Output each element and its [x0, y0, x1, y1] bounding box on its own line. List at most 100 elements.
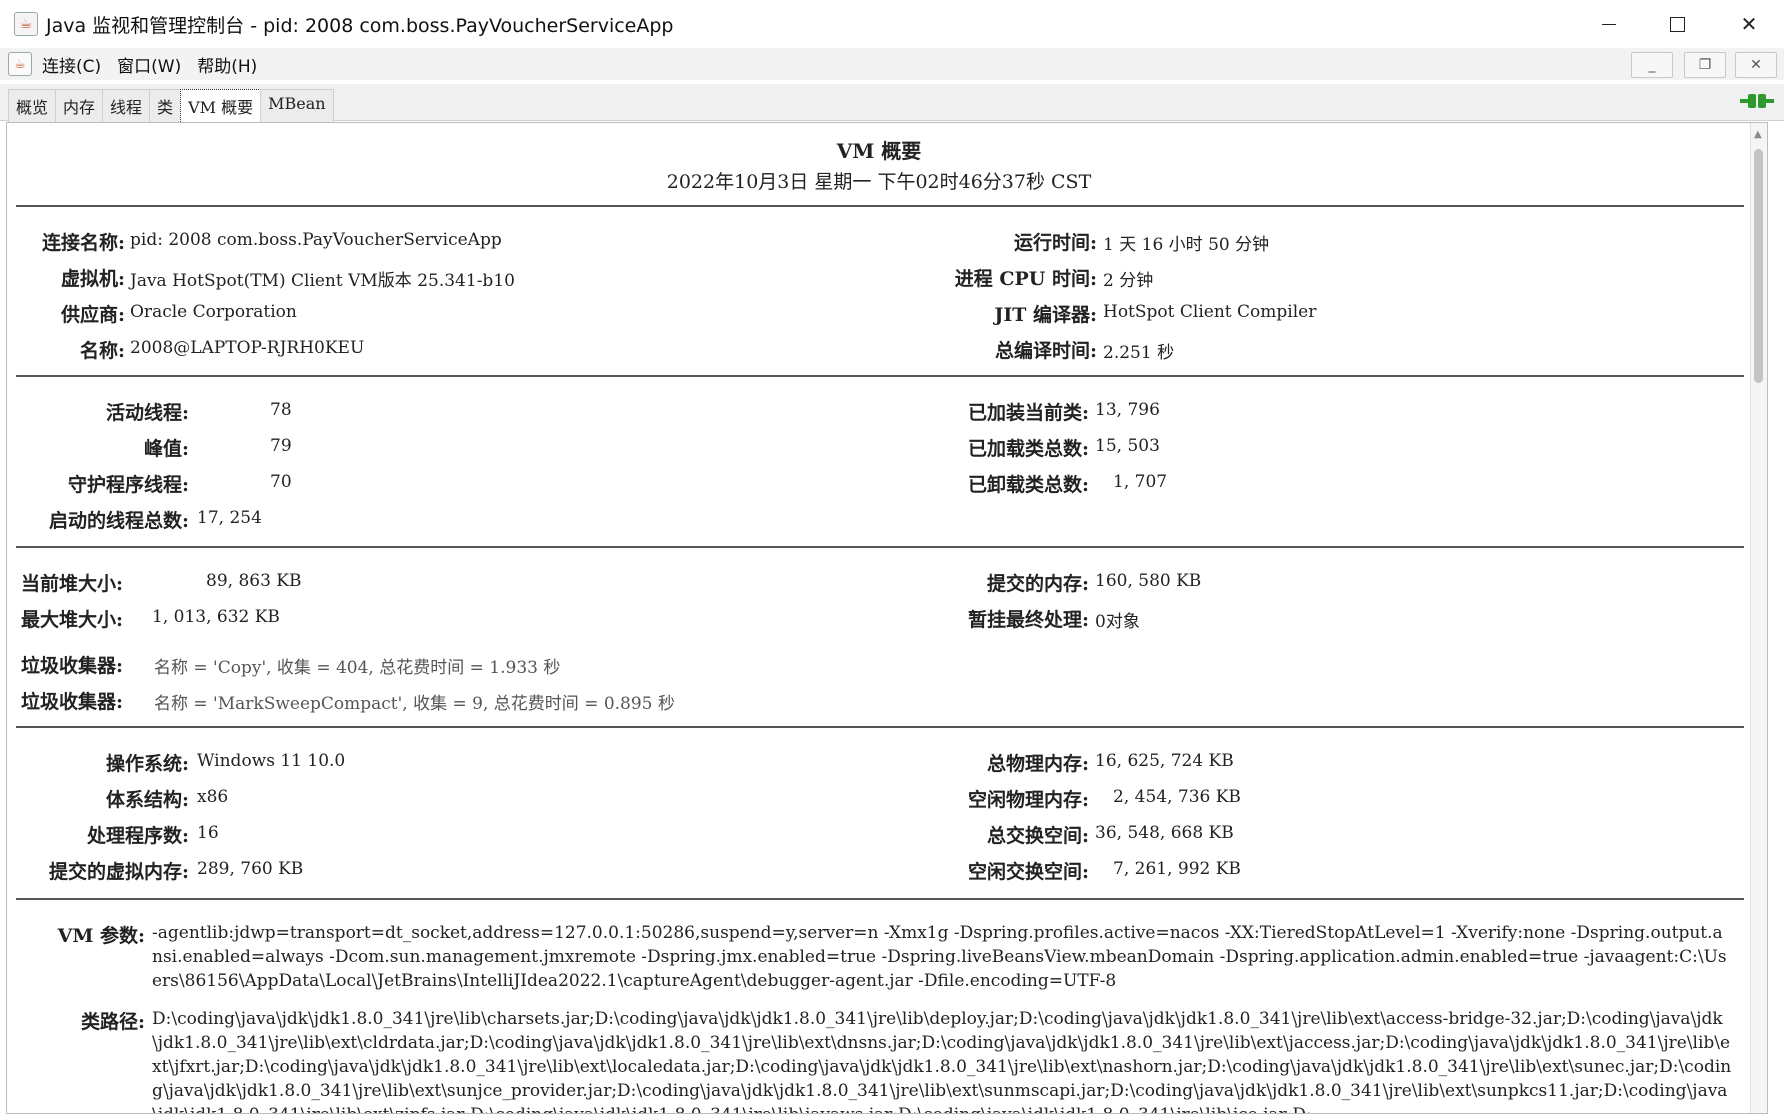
separator	[16, 205, 1744, 207]
gc-label: 垃圾收集器:	[21, 691, 124, 713]
maximize-icon	[1669, 16, 1685, 32]
live-threads-value: 78	[270, 400, 292, 420]
compile-time-value: 2.251 秒	[1103, 343, 1175, 363]
total-swap-value: 36, 548, 668 KB	[1095, 823, 1234, 843]
arch-label: 体系结构:	[105, 789, 189, 811]
free-swap-label: 空闲交换空间:	[967, 861, 1089, 883]
menu-bar: ☕ 连接(C) 窗口(W) 帮助(H) _ ❐ ✕	[0, 48, 1784, 80]
tab-bar: 概览 内存 线程 类 VM 概要 MBean	[0, 84, 1784, 124]
restore-icon: ❐	[1698, 57, 1712, 73]
total-threads-label: 启动的线程总数:	[48, 510, 189, 532]
minimize-icon: _	[1648, 57, 1656, 73]
os-label: 操作系统:	[105, 753, 189, 775]
processors-label: 处理程序数:	[86, 825, 189, 847]
current-heap-value: 89, 863 KB	[206, 571, 302, 591]
vm-label: 虚拟机:	[60, 268, 125, 290]
cpu-time-label: 进程 CPU 时间:	[954, 268, 1097, 290]
compile-time-label: 总编译时间:	[994, 340, 1097, 362]
max-heap-label: 最大堆大小:	[21, 609, 124, 631]
free-physical-memory-label: 空闲物理内存:	[967, 789, 1089, 811]
page-title: VM 概要	[836, 139, 922, 163]
menu-connect[interactable]: 连接(C)	[42, 52, 101, 77]
connection-name-label: 连接名称:	[41, 232, 125, 254]
max-heap-value: 1, 013, 632 KB	[152, 607, 280, 627]
free-swap-value: 7, 261, 992 KB	[1113, 859, 1241, 879]
close-button[interactable]: ✕	[1714, 0, 1784, 48]
minimize-icon	[1602, 23, 1616, 25]
total-loaded-classes-value: 15, 503	[1095, 436, 1160, 456]
os-value: Windows 11 10.0	[197, 751, 346, 771]
separator	[16, 546, 1744, 548]
peak-label: 峰值:	[143, 438, 189, 460]
vertical-scrollbar[interactable]: ▲	[1750, 123, 1767, 1113]
scroll-up-icon[interactable]: ▲	[1754, 129, 1762, 140]
gc-marksweep-value: 名称 = 'MarkSweepCompact', 收集 = 9, 总花费时间 =…	[154, 694, 675, 714]
separator	[16, 726, 1744, 728]
arch-value: x86	[197, 787, 229, 807]
close-icon: ✕	[1750, 57, 1762, 73]
jit-compiler-label: JIT 编译器:	[994, 304, 1097, 326]
unloaded-classes-label: 已卸载类总数:	[967, 474, 1089, 496]
internal-close-button[interactable]: ✕	[1735, 52, 1777, 78]
classpath-label: 类路径:	[80, 1011, 145, 1033]
uptime-value: 1 天 16 小时 50 分钟	[1103, 235, 1270, 255]
classpath-value: D:\coding\java\jdk\jdk1.8.0_341\jre\lib\…	[152, 1009, 1732, 1113]
jit-compiler-value: HotSpot Client Compiler	[1103, 302, 1317, 322]
vm-args-value: -agentlib:jdwp=transport=dt_socket,addre…	[152, 923, 1727, 991]
uptime-label: 运行时间:	[1013, 232, 1097, 254]
free-physical-memory-value: 2, 454, 736 KB	[1113, 787, 1241, 807]
pending-finalization-label: 暂挂最终处理:	[967, 609, 1089, 631]
committed-memory-value: 160, 580 KB	[1095, 571, 1202, 591]
name-value: 2008@LAPTOP-RJRH0KEU	[130, 338, 365, 358]
separator	[16, 898, 1744, 900]
tab-threads[interactable]: 线程	[102, 89, 151, 124]
processors-value: 16	[197, 823, 219, 843]
timestamp: 2022年10月3日 星期一 下午02时46分37秒 CST	[666, 171, 1092, 193]
vendor-value: Oracle Corporation	[130, 302, 297, 322]
daemon-threads-label: 守护程序线程:	[67, 474, 189, 496]
tab-overview[interactable]: 概览	[8, 89, 57, 124]
loaded-classes-value: 13, 796	[1095, 400, 1160, 420]
daemon-threads-value: 70	[270, 472, 292, 492]
window-title-bar: ☕ Java 监视和管理控制台 - pid: 2008 com.boss.Pay…	[0, 0, 1784, 49]
committed-virtual-memory-label: 提交的虚拟内存:	[48, 861, 189, 883]
total-physical-memory-value: 16, 625, 724 KB	[1095, 751, 1234, 771]
tab-classes[interactable]: 类	[149, 89, 182, 124]
scrollbar-thumb[interactable]	[1754, 149, 1763, 383]
close-icon: ✕	[1740, 12, 1758, 36]
gc-label: 垃圾收集器:	[21, 655, 124, 677]
live-threads-label: 活动线程:	[105, 402, 189, 424]
tab-memory[interactable]: 内存	[55, 89, 104, 124]
current-heap-label: 当前堆大小:	[21, 573, 124, 595]
gc-copy-value: 名称 = 'Copy', 收集 = 404, 总花费时间 = 1.933 秒	[154, 658, 561, 678]
internal-minimize-button[interactable]: _	[1631, 52, 1673, 78]
maximize-button[interactable]	[1642, 0, 1712, 48]
java-app-icon: ☕	[14, 12, 38, 36]
vendor-label: 供应商:	[60, 304, 125, 326]
menu-help[interactable]: 帮助(H)	[197, 52, 257, 77]
connection-name-value: pid: 2008 com.boss.PayVoucherServiceApp	[130, 230, 502, 250]
tab-mbean[interactable]: MBean	[260, 89, 334, 124]
connection-plug-icon[interactable]	[1740, 90, 1774, 112]
peak-value: 79	[270, 436, 292, 456]
total-physical-memory-label: 总物理内存:	[986, 753, 1089, 775]
pending-finalization-value: 0对象	[1095, 612, 1140, 632]
internal-restore-button[interactable]: ❐	[1684, 52, 1726, 78]
total-swap-label: 总交换空间:	[986, 825, 1089, 847]
vm-value: Java HotSpot(TM) Client VM版本 25.341-b10	[130, 271, 515, 291]
cpu-time-value: 2 分钟	[1103, 271, 1154, 291]
tab-vm-summary[interactable]: VM 概要	[180, 89, 262, 124]
unloaded-classes-value: 1, 707	[1113, 472, 1168, 492]
vm-summary-panel: VM 概要 2022年10月3日 星期一 下午02时46分37秒 CST 连接名…	[6, 122, 1768, 1114]
java-menu-icon[interactable]: ☕	[8, 52, 32, 76]
vm-args-label: VM 参数:	[57, 925, 145, 947]
menu-window[interactable]: 窗口(W)	[117, 52, 181, 77]
loaded-classes-label: 已加装当前类:	[967, 402, 1089, 424]
total-threads-value: 17, 254	[197, 508, 262, 528]
separator	[16, 375, 1744, 377]
committed-memory-label: 提交的内存:	[986, 573, 1089, 595]
minimize-button[interactable]	[1574, 0, 1644, 48]
window-title: Java 监视和管理控制台 - pid: 2008 com.boss.PayVo…	[46, 14, 674, 37]
name-label: 名称:	[79, 340, 125, 362]
total-loaded-classes-label: 已加载类总数:	[967, 438, 1089, 460]
